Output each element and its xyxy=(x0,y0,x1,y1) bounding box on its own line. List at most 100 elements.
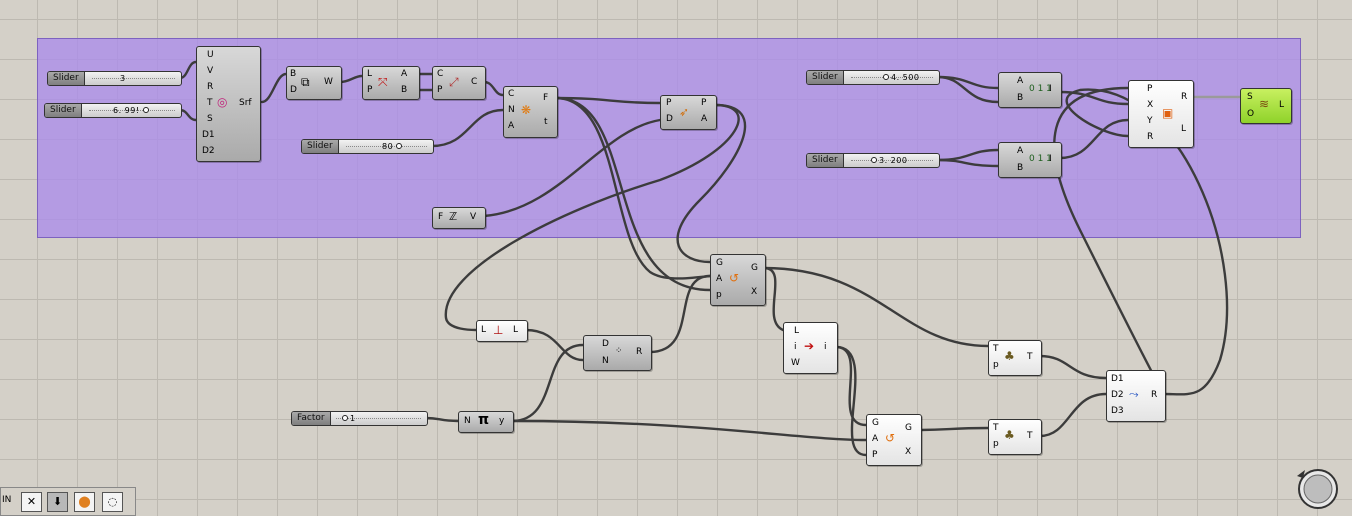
number-slider-2[interactable]: Slider 6. 99! xyxy=(44,103,182,118)
bake-button[interactable]: ⬇ xyxy=(47,492,68,512)
fire-icon: ❋ xyxy=(521,103,532,117)
input-a: A xyxy=(1017,76,1024,86)
number-slider-3[interactable]: Slider 80 xyxy=(301,139,434,154)
pipe-component[interactable]: C P ⤢ C xyxy=(432,66,486,100)
box-component[interactable]: B D ⧉ W xyxy=(286,66,342,100)
list-length-component[interactable]: L ⊥ L xyxy=(476,320,528,342)
output-l: L xyxy=(513,325,519,335)
input-b: B xyxy=(290,69,297,79)
output-b: B xyxy=(401,85,408,95)
input-i: i xyxy=(794,342,797,352)
input-p: P xyxy=(437,85,443,95)
input-d1: D1 xyxy=(1111,374,1124,384)
preview-component[interactable]: S O ≋ L xyxy=(1240,88,1292,124)
wire xyxy=(648,274,712,354)
wire xyxy=(424,416,460,423)
input-d: D xyxy=(290,85,297,95)
input-p: P xyxy=(1147,84,1153,94)
tree-component-1[interactable]: T p ♣ T xyxy=(988,340,1042,376)
input-r: R xyxy=(207,82,214,92)
input-t: T xyxy=(993,344,999,354)
input-d3: D3 xyxy=(1111,406,1124,416)
slider-value: 3 xyxy=(120,74,126,83)
slider-knob[interactable] xyxy=(342,415,348,421)
torus-surface-icon: ◎ xyxy=(217,95,228,109)
input-w: W xyxy=(791,358,800,368)
slider-label: Slider xyxy=(807,154,844,167)
rotate-component-1[interactable]: G A p ↺ G X xyxy=(710,254,766,306)
number-slider-5[interactable]: Slider 3. 200 xyxy=(806,153,940,168)
input-r: R xyxy=(1147,132,1154,142)
move-icon: ➶ xyxy=(679,105,690,119)
canvas-toolbar: IN ✕ ⬇ ⬤ ◌ xyxy=(0,487,136,516)
move-component[interactable]: P D ➶ P A xyxy=(660,95,717,130)
output-l: L xyxy=(1181,124,1187,134)
output-x: X xyxy=(905,447,912,457)
output-l: L xyxy=(1279,100,1285,110)
unit-z-component[interactable]: F ℤ V xyxy=(432,207,486,229)
rotate-icon: ↺ xyxy=(885,431,896,445)
slider-value: 3. 200 xyxy=(879,156,908,165)
output-srf: Srf xyxy=(239,98,252,108)
wire xyxy=(762,266,785,332)
input-g: G xyxy=(716,258,723,268)
input-p: P xyxy=(872,450,878,460)
slider-knob[interactable] xyxy=(143,107,149,113)
pi-icon: π xyxy=(478,412,490,428)
input-b: B xyxy=(1017,163,1024,173)
input-t: T xyxy=(207,98,213,108)
vector-component[interactable]: P X Y R ▣ R L xyxy=(1128,80,1194,148)
input-c: C xyxy=(508,89,515,99)
output-r: R xyxy=(1181,92,1188,102)
output-y: y xyxy=(499,416,505,426)
close-button[interactable]: ✕ xyxy=(21,492,42,512)
slider-knob[interactable] xyxy=(396,143,402,149)
wire xyxy=(1038,354,1108,380)
slider-knob[interactable] xyxy=(871,157,877,163)
output-t: T xyxy=(1027,431,1033,441)
input-p: P xyxy=(666,98,672,108)
output-g: G xyxy=(751,263,758,273)
input-p: p xyxy=(993,360,999,370)
series-component-a[interactable]: A B 0 1 1 I xyxy=(998,72,1062,108)
input-p: p xyxy=(993,439,999,449)
output-t: T xyxy=(1027,352,1033,362)
slider-label: Slider xyxy=(302,140,339,153)
list-item-component[interactable]: L i W ➔ i xyxy=(783,322,838,374)
merge-component[interactable]: D1 D2 D3 ⤳ R xyxy=(1106,370,1166,422)
edges-component[interactable]: L P ⤧ A B xyxy=(362,66,420,100)
output-g: G xyxy=(905,423,912,433)
surface-component[interactable]: U V R T S D1 D2 ◎ Srf xyxy=(196,46,261,162)
toolbar-left-text: IN xyxy=(2,495,12,505)
input-n: N xyxy=(508,105,515,115)
slider-label: Slider xyxy=(45,104,82,117)
input-x: X xyxy=(1147,100,1154,110)
number-slider-4[interactable]: Slider 4. 500 xyxy=(806,70,940,85)
output-r: R xyxy=(636,347,643,357)
input-d2: D2 xyxy=(1111,390,1124,400)
divide-component[interactable]: D N ⁘ R xyxy=(583,335,652,371)
wire xyxy=(510,419,868,442)
input-p: p xyxy=(716,290,722,300)
tree-component-2[interactable]: T p ♣ T xyxy=(988,419,1042,455)
rotate-component-2[interactable]: G A P ↺ G X xyxy=(866,414,922,466)
input-t: T xyxy=(993,423,999,433)
input-l: L xyxy=(794,326,800,336)
slider-value: 1 xyxy=(350,414,356,423)
factor-slider[interactable]: Factor 1 xyxy=(291,411,428,426)
preview-button[interactable]: ⬤ xyxy=(74,492,95,512)
input-a: A xyxy=(1017,146,1024,156)
pipe-icon: ⤢ xyxy=(449,75,459,89)
slider-knob[interactable] xyxy=(883,74,889,80)
input-p: P xyxy=(367,85,373,95)
input-d2: D2 xyxy=(202,146,215,156)
pi-component[interactable]: N π y xyxy=(458,411,514,433)
fire-component[interactable]: C N A ❋ F t xyxy=(503,86,558,138)
output-w: W xyxy=(324,77,333,87)
list-length-icon: ⊥ xyxy=(493,323,504,337)
number-slider-1[interactable]: Slider 3 xyxy=(47,71,182,86)
series-component-b[interactable]: A B 0 1 1 I xyxy=(998,142,1062,178)
input-l: L xyxy=(481,325,487,335)
sketch-button[interactable]: ◌ xyxy=(102,492,123,512)
navigation-widget[interactable] xyxy=(1293,464,1339,510)
